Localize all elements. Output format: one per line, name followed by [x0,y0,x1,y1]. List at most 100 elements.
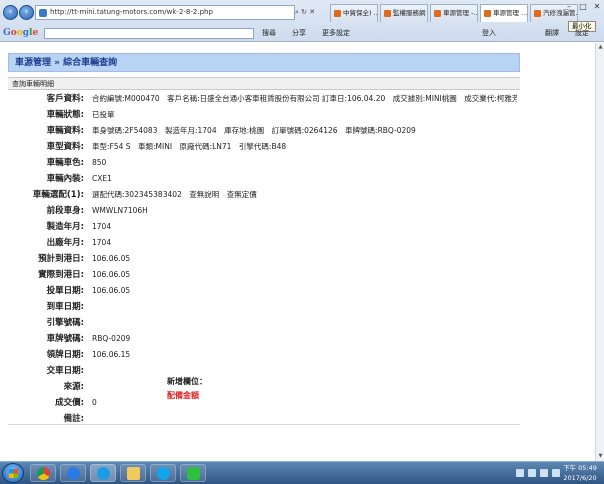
field-value: 合約編號:M000470 客戶名稱:日盛全台通小客車租賃股份有限公司 訂車日:1… [92,94,517,103]
close-icon[interactable]: ✕ [309,8,315,16]
taskbar-skype-button[interactable] [150,464,176,482]
taskbar-explorer-button[interactable] [120,464,146,482]
field-value: CXE1 [92,174,112,183]
field-row: 車輛內裝: CXE1 [8,171,520,187]
tab-label: 車源管理 ... [493,9,528,17]
google-toolbar: Google 搜尋 分享 更多設定 登入 翻譯 設定 [0,25,604,42]
tab-label: 中貿保全) ... [343,9,378,17]
site-favicon-icon [39,9,47,17]
field-label: 引擎號碼: [46,318,84,328]
field-label: 車輛選配(1): [32,190,84,200]
scroll-down-icon[interactable]: ▼ [597,453,604,460]
taskbar-ie-button[interactable] [60,464,86,482]
skype-icon [157,467,170,480]
toolbar-translate-button[interactable]: 翻譯 [545,25,559,42]
extra-fields: 新增欄位： 配備金額 [167,375,207,403]
field-label: 車輛狀態: [46,110,84,120]
tray-flag-icon[interactable] [552,469,560,477]
field-value: RBQ-0209 [92,334,131,343]
field-value: 850 [92,158,107,167]
field-value: 1704 [92,238,112,247]
field-row: 交車日期: [8,363,520,379]
refresh-icon[interactable]: ↻ [301,8,307,16]
address-bar[interactable]: http://tt-mini.tatung-motors.com/wk-2-8-… [35,5,295,20]
forward-button[interactable]: › [19,5,34,20]
taskbar-ie-active-button[interactable] [90,464,116,482]
toolbar-share-button[interactable]: 分享 [292,25,306,42]
field-label: 成交價: [55,398,84,408]
field-value: 選配代碼:302345383402 查無說明 查無定價 [92,190,257,199]
field-row: 領牌日期: 106.06.15 [8,347,520,363]
taskbar-clock[interactable]: 下午 05:49 2017/6/20 [560,463,600,483]
toolbar-login-button[interactable]: 登入 [482,25,496,42]
vehicle-detail-table: 客戶資料: 合約編號:M000470 客戶名稱:日盛全台通小客車租賃股份有限公司… [8,91,520,425]
field-label: 前段車身: [46,206,84,216]
field-row: 車輛資料: 車身號碼:2F54083 製造年月:1704 庫存地:桃園 訂單號碼… [8,123,520,139]
minimize-button[interactable]: – [562,2,576,12]
browser-chrome: ‹ › http://tt-mini.tatung-motors.com/wk-… [0,0,604,42]
start-button[interactable] [2,463,24,483]
field-label: 領牌日期: [46,350,84,360]
field-label: 到車日期: [46,302,84,312]
field-row: 實際到港日: 106.06.05 [8,267,520,283]
field-value: 車型:F54 S 車類:MINI 原廠代碼:LN71 引擎代碼:B48 [92,142,287,151]
address-tools[interactable]: ⌕ ↻ ✕ [295,5,325,20]
tray-volume-icon[interactable] [540,469,548,477]
field-row: 車輛車色: 850 [8,155,520,171]
windows-taskbar: 下午 05:49 2017/6/20 [0,461,604,484]
tab-favicon-icon [334,10,341,17]
chrome-icon [37,467,50,480]
taskbar-chrome-button[interactable] [30,464,56,482]
field-value: 車身號碼:2F54083 製造年月:1704 庫存地:桃園 訂單號碼:02641… [92,126,416,135]
clock-date: 2017/6/20 [563,474,597,482]
maximize-button[interactable]: □ [576,2,590,12]
tab-label: 車源管理 -... [443,9,478,17]
field-label: 出廠年月: [46,238,84,248]
ie-icon [67,467,80,480]
field-row: 車輛狀態: 已投單 [8,107,520,123]
toolbar-settings-button[interactable]: 設定 [575,25,589,42]
field-label: 預計到港日: [38,254,84,264]
tab-1[interactable]: 中貿保全) ... [330,4,378,22]
field-label: 車型資料: [46,142,84,152]
field-row: 到車日期: [8,299,520,315]
section-title: 查詢車輛明細 [8,77,520,90]
equipment-amount-link[interactable]: 配備金額 [167,389,207,403]
close-window-button[interactable]: ✕ [590,2,604,12]
tab-2[interactable]: 監權服務網 -... [380,4,428,22]
tab-3[interactable]: 車源管理 -... [430,4,478,22]
breadcrumb[interactable]: 車源管理 » 綜合車輛查詢 [15,54,117,72]
tray-network-icon[interactable] [528,469,536,477]
tray-chevron-icon[interactable] [516,469,524,477]
tab-favicon-icon [384,10,391,17]
tab-favicon-icon [534,10,541,17]
toolbar-search-button[interactable]: 搜尋 [262,25,276,42]
field-label: 車牌號碼: [46,334,84,344]
scroll-up-icon[interactable]: ▲ [597,44,604,51]
tab-label: 監權服務網 -... [393,9,427,17]
address-url: http://tt-mini.tatung-motors.com/wk-2-8-… [50,8,213,16]
field-value: 1704 [92,222,112,231]
field-label: 客戶資料: [46,94,84,104]
field-row: 車牌號碼: RBQ-0209 [8,331,520,347]
tab-4-active[interactable]: 車源管理 ... [480,4,528,22]
field-value: 106.06.05 [92,254,131,263]
field-value: 106.06.05 [92,286,131,295]
field-label: 備註: [63,414,84,424]
field-value: 已投單 [92,110,115,119]
taskbar-line-button[interactable] [180,464,206,482]
google-search-input[interactable] [44,28,254,39]
page-scrollbar[interactable]: ▲ ▼ [595,43,604,461]
toolbar-more-button[interactable]: 更多設定 [322,25,350,42]
field-value: WMWLN7106H [92,206,148,215]
field-label: 車輛資料: [46,126,84,136]
line-icon [187,467,200,480]
field-label: 車輛內裝: [46,174,84,184]
field-row: 投單日期: 106.06.05 [8,283,520,299]
field-row: 來源: [8,379,520,395]
ie-icon [97,467,110,480]
back-button[interactable]: ‹ [3,5,18,20]
search-icon[interactable]: ⌕ [295,8,299,16]
field-label: 投單日期: [46,286,84,296]
page-content: 車源管理 » 綜合車輛查詢 查詢車輛明細 客戶資料: 合約編號:M000470 … [0,43,595,461]
